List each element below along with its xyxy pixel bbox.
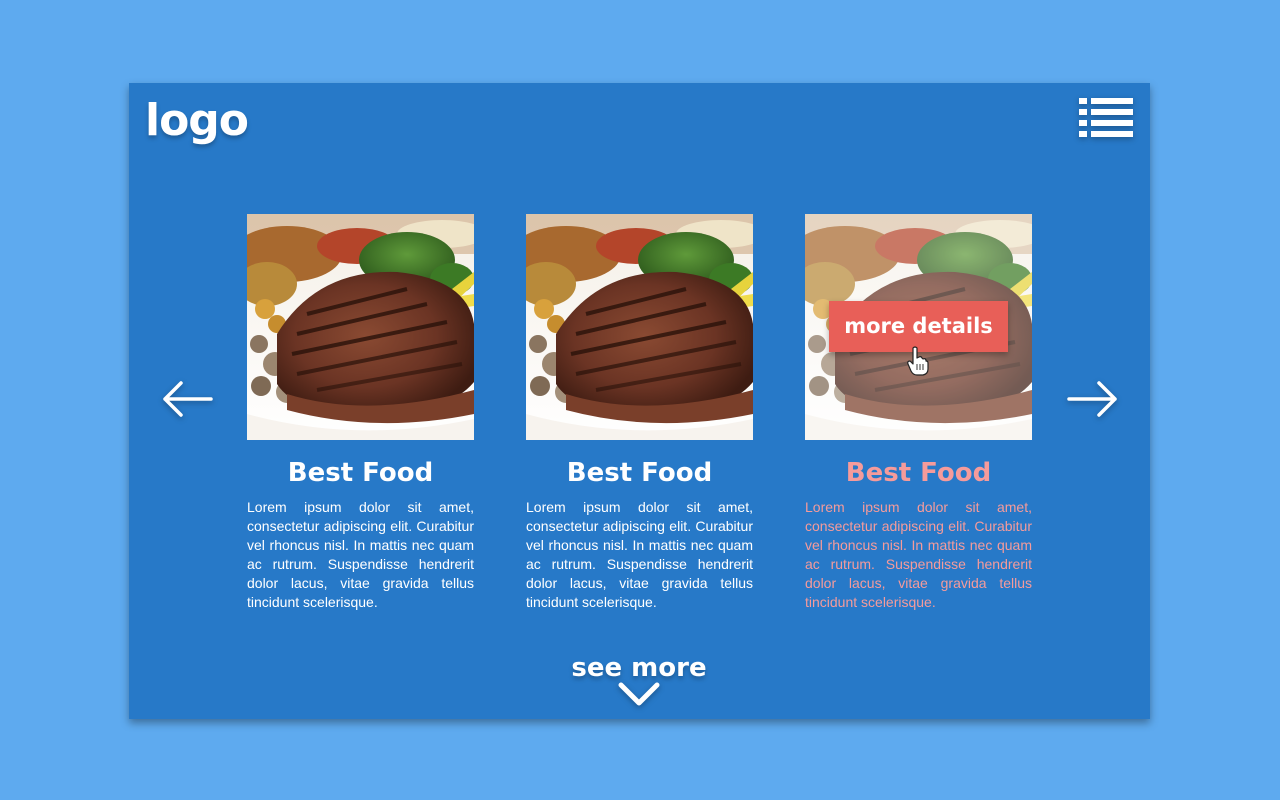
arrow-right-icon[interactable] (1065, 379, 1121, 419)
card-description: Lorem ipsum dolor sit amet, consectetur … (526, 499, 753, 610)
card-image[interactable] (247, 214, 474, 440)
food-card: Best Food Lorem ipsum dolor sit amet, co… (247, 214, 474, 612)
card-image[interactable] (526, 214, 753, 440)
see-more-button[interactable]: see more (539, 651, 739, 707)
card-description: Lorem ipsum dolor sit amet, consectetur … (247, 499, 474, 610)
chevron-down-icon (618, 682, 660, 706)
card-title[interactable]: Best Food (247, 458, 474, 488)
card-description: Lorem ipsum dolor sit amet, consectetur … (805, 499, 1032, 610)
main-panel: logo Best Food Lorem ipsum dolor sit ame… (129, 83, 1150, 719)
see-more-label: see more (571, 653, 707, 683)
arrow-left-icon[interactable] (159, 379, 215, 419)
grilled-steak-photo (526, 214, 753, 440)
food-card: Best Food Lorem ipsum dolor sit amet, co… (526, 214, 753, 612)
more-details-button[interactable]: more details (829, 301, 1008, 352)
card-image[interactable]: more details (805, 214, 1032, 440)
grilled-steak-photo (247, 214, 474, 440)
card-title[interactable]: Best Food (805, 458, 1032, 488)
card-title[interactable]: Best Food (526, 458, 753, 488)
logo[interactable]: logo (145, 95, 249, 147)
hand-pointer-icon (907, 346, 929, 376)
hamburger-menu-icon[interactable] (1079, 98, 1133, 138)
food-card-active: more details Best Food Lorem ipsum dolor… (805, 214, 1032, 612)
